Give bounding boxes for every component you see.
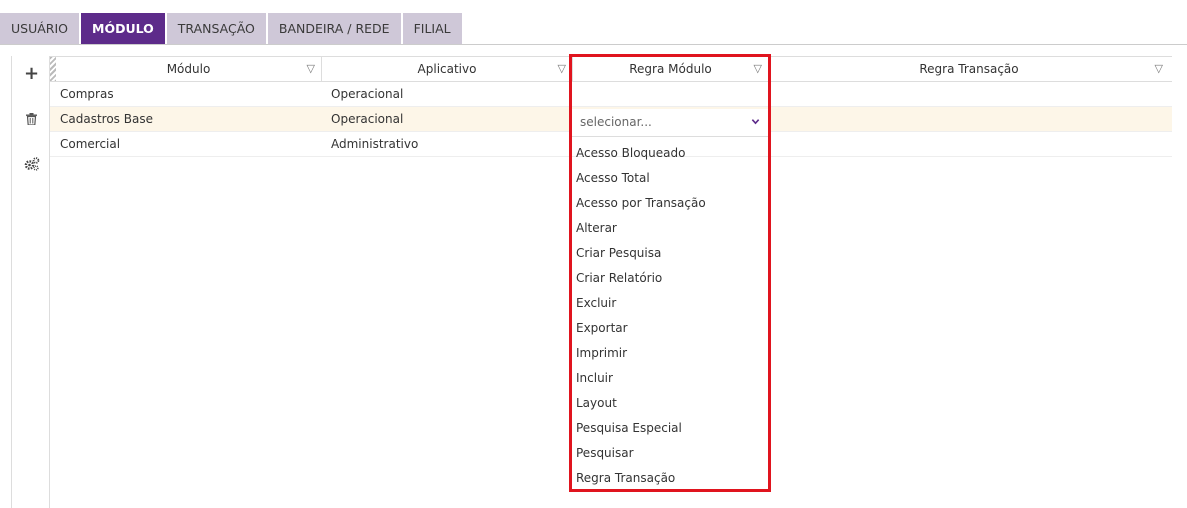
select-placeholder: selecionar... [580, 115, 652, 129]
grid-toolbar: + [11, 56, 50, 508]
filter-icon[interactable]: ▽ [754, 57, 762, 81]
filter-icon[interactable]: ▽ [307, 57, 315, 81]
tab-bandeira-rede[interactable]: BANDEIRA / REDE [267, 13, 401, 44]
column-header-label: Módulo [166, 62, 211, 76]
dropdown-option[interactable]: Layout [571, 391, 768, 416]
column-header-regra-transacao[interactable]: Regra Transação ▽ [769, 57, 1169, 81]
dropdown-option[interactable]: Acesso Total [571, 166, 768, 191]
dropdown-option[interactable]: Acesso Bloqueado [571, 141, 768, 166]
table-row[interactable]: Compras Operacional [50, 82, 1172, 107]
tab-bar: USUÁRIO MÓDULO TRANSAÇÃO BANDEIRA / REDE… [0, 13, 464, 44]
dropdown-options-list: Acesso Bloqueado Acesso Total Acesso por T… [571, 141, 768, 491]
dropdown-option[interactable]: Criar Pesquisa [571, 241, 768, 266]
column-header-regra-modulo[interactable]: Regra Módulo ▽ [573, 57, 769, 81]
dropdown-option[interactable]: Acesso por Transação [571, 191, 768, 216]
filter-icon[interactable]: ▽ [1155, 57, 1163, 81]
dropdown-option[interactable]: Excluir [571, 291, 768, 316]
cell-aplicativo: Operacional [331, 87, 404, 101]
dropdown-option[interactable]: Regra Transação [571, 466, 768, 491]
plus-icon[interactable]: + [12, 65, 51, 83]
tab-filial[interactable]: FILIAL [402, 13, 462, 44]
chevron-down-icon [751, 119, 760, 125]
column-header-label: Aplicativo [417, 62, 477, 76]
tab-divider [0, 44, 1187, 45]
grid-header: Módulo ▽ Aplicativo ▽ Regra Módulo ▽ Reg… [50, 56, 1172, 82]
tab-transacao[interactable]: TRANSAÇÃO [166, 13, 266, 44]
dropdown-option[interactable]: Alterar [571, 216, 768, 241]
dropdown-option[interactable]: Imprimir [571, 341, 768, 366]
dropdown-option[interactable]: Pesquisar [571, 441, 768, 466]
column-header-modulo[interactable]: Módulo ▽ [56, 57, 322, 81]
tab-usuario[interactable]: USUÁRIO [0, 13, 79, 44]
column-header-aplicativo[interactable]: Aplicativo ▽ [322, 57, 573, 81]
gears-icon[interactable] [12, 157, 51, 173]
filter-icon[interactable]: ▽ [558, 57, 566, 81]
cell-aplicativo: Administrativo [331, 137, 419, 151]
regra-modulo-select[interactable]: selecionar... [571, 109, 768, 137]
dropdown-option[interactable]: Exportar [571, 316, 768, 341]
column-header-label: Regra Módulo [629, 62, 712, 76]
trash-icon[interactable] [12, 113, 51, 127]
dropdown-option[interactable]: Incluir [571, 366, 768, 391]
column-header-label: Regra Transação [919, 62, 1019, 76]
cell-modulo: Cadastros Base [60, 112, 153, 126]
dropdown-option[interactable]: Criar Relatório [571, 266, 768, 291]
dropdown-option[interactable]: Pesquisa Especial [571, 416, 768, 441]
cell-modulo: Comercial [60, 137, 121, 151]
cell-aplicativo: Operacional [331, 112, 404, 126]
tab-modulo[interactable]: MÓDULO [81, 13, 165, 44]
cell-modulo: Compras [60, 87, 114, 101]
